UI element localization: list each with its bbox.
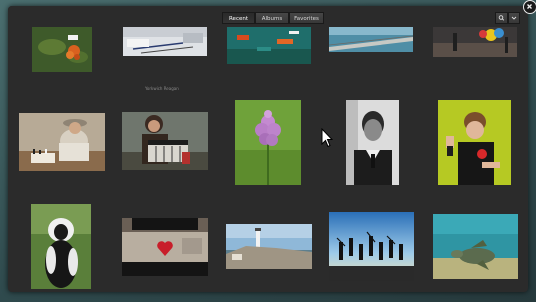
tab-recent[interactable]: Recent (222, 12, 255, 24)
tab-favorites[interactable]: Favorites (289, 12, 324, 24)
lighthouse-coast (226, 224, 312, 269)
photo-thumbnail[interactable] (31, 204, 91, 289)
colobus-monkey (31, 204, 91, 289)
jumping-silhouettes (329, 212, 414, 281)
photo-thumbnail[interactable] (329, 27, 413, 52)
photo-thumbnail[interactable] (438, 100, 511, 185)
man-in-suit-portrait (346, 100, 399, 185)
search-button[interactable] (495, 12, 508, 24)
boats-on-teal-water (227, 27, 311, 64)
photo-thumbnail[interactable] (226, 224, 312, 269)
tab-albums[interactable]: Albums (255, 12, 289, 24)
photo-thumbnail[interactable] (123, 27, 207, 56)
wall-with-red-heart (122, 218, 208, 276)
close-icon (527, 4, 532, 9)
woman-with-accordion (122, 112, 208, 170)
pink-orchid (235, 100, 301, 185)
sea-turtle (433, 214, 518, 279)
photo-thumbnail[interactable] (122, 218, 208, 276)
photo-thumbnail[interactable] (19, 113, 105, 171)
photo-caption: Yorkwich Reagan (145, 86, 179, 91)
photo-thumbnail[interactable] (122, 112, 208, 170)
orange-flower-plant (32, 27, 92, 72)
pier-over-water (329, 27, 413, 52)
photo-thumbnail[interactable] (433, 27, 517, 57)
close-button[interactable] (523, 0, 536, 14)
photo-thumbnail[interactable] (433, 214, 518, 279)
man-playing-chess (19, 113, 105, 171)
photo-thumbnail[interactable] (227, 27, 311, 64)
street-with-umbrellas (433, 27, 517, 57)
menu-button[interactable] (508, 12, 520, 24)
photos-window: Recent Albums Favorites Yorkwich Reagan (8, 6, 528, 292)
mouse-cursor-icon (321, 128, 333, 148)
desk-with-papers-and-pens (123, 27, 207, 56)
photo-thumbnail[interactable] (32, 27, 92, 72)
chevron-down-icon (511, 16, 517, 20)
photo-thumbnail[interactable] (329, 212, 414, 281)
boy-with-apple (438, 100, 511, 185)
photo-thumbnail[interactable] (235, 100, 301, 185)
photo-thumbnail[interactable] (346, 100, 399, 185)
search-icon (498, 15, 505, 21)
header-bar: Recent Albums Favorites (8, 6, 528, 28)
